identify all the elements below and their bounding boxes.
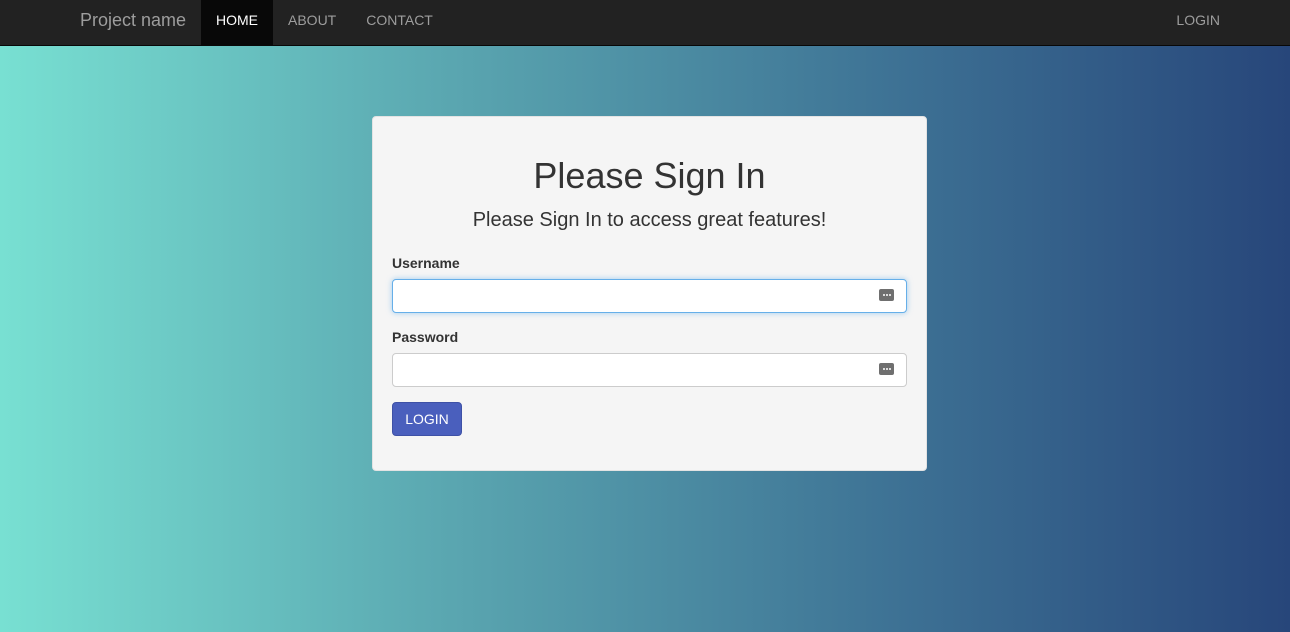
password-manager-icon[interactable]	[879, 363, 894, 375]
password-manager-icon[interactable]	[879, 289, 894, 301]
nav-link-contact[interactable]: CONTACT	[351, 0, 448, 45]
top-navbar: Project name HOME ABOUT CONTACT LOGIN	[0, 0, 1290, 46]
login-title: Please Sign In	[533, 155, 766, 196]
nav-link-home[interactable]: HOME	[201, 0, 273, 45]
nav-links: HOME ABOUT CONTACT	[201, 0, 448, 45]
nav-link-login[interactable]: LOGIN	[1161, 0, 1235, 45]
nav-right: LOGIN	[1161, 0, 1235, 45]
username-label: Username	[392, 255, 460, 271]
login-button[interactable]: LOGIN	[392, 402, 462, 436]
password-label: Password	[392, 329, 459, 345]
brand-link[interactable]: Project name	[80, 0, 186, 45]
login-card: Please Sign In Please Sign In to access …	[372, 116, 927, 471]
login-subtitle: Please Sign In to access great features!	[472, 209, 827, 231]
username-input[interactable]	[392, 279, 907, 313]
password-input[interactable]	[392, 353, 907, 387]
nav-link-about[interactable]: ABOUT	[273, 0, 351, 45]
